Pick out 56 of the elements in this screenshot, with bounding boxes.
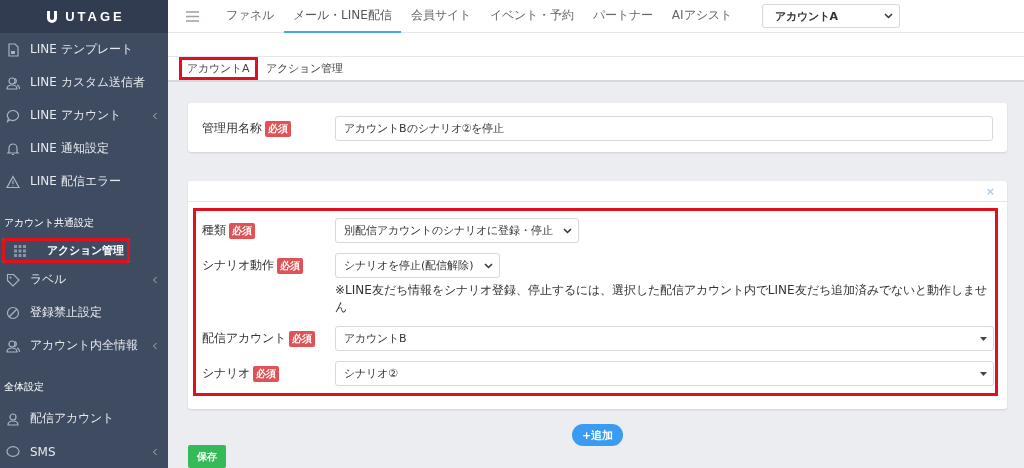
chevron-down-icon bbox=[883, 13, 893, 19]
required-badge: 必須 bbox=[277, 257, 303, 274]
nav-tab[interactable]: 会員サイト bbox=[401, 0, 480, 33]
speech-bubble-icon bbox=[6, 444, 20, 459]
required-badge: 必須 bbox=[289, 330, 315, 347]
sidebar-item[interactable]: 配信アカウント bbox=[0, 402, 168, 435]
sidebar-item[interactable]: アクション管理 bbox=[2, 238, 130, 263]
sidebar-item[interactable]: LINE カスタム送信者 bbox=[0, 66, 168, 99]
breadcrumb-link[interactable]: アカウントA bbox=[179, 57, 258, 80]
sidebar-item[interactable]: LINE 配信エラー bbox=[0, 165, 168, 198]
caret-icon bbox=[980, 336, 987, 341]
dropdown-field[interactable]: アカウントB bbox=[335, 326, 994, 351]
dropdown-field[interactable]: シナリオ② bbox=[335, 361, 994, 386]
caret-icon bbox=[980, 371, 987, 376]
chat-icon bbox=[6, 108, 20, 123]
field-label: 管理用名称 bbox=[202, 120, 262, 137]
sidebar-item[interactable]: SMS bbox=[0, 435, 168, 468]
required-badge: 必須 bbox=[229, 222, 255, 239]
sidebar-item[interactable]: LINE 通知設定 bbox=[0, 132, 168, 165]
people-icon bbox=[6, 75, 20, 90]
field-label: シナリオ bbox=[202, 365, 250, 382]
people-icon bbox=[6, 338, 20, 353]
nav-tab[interactable]: AIアシスト bbox=[662, 0, 741, 33]
tag-icon bbox=[6, 272, 20, 287]
nav-tab[interactable]: イベント・予約 bbox=[480, 0, 583, 33]
field-label: シナリオ動作 bbox=[202, 257, 274, 274]
name-input-field[interactable]: アカウントBのシナリオ②を停止 bbox=[335, 116, 993, 141]
nav-tab[interactable]: パートナー bbox=[583, 0, 662, 33]
grid-icon bbox=[13, 243, 27, 258]
required-badge: 必須 bbox=[265, 120, 291, 137]
prohibited-icon bbox=[6, 305, 20, 320]
sidebar-item[interactable]: LINE テンプレート bbox=[0, 33, 168, 66]
field-label: 配信アカウント bbox=[202, 330, 286, 347]
field-label: 種類 bbox=[202, 222, 226, 239]
sidebar-item[interactable]: ラベル bbox=[0, 263, 168, 296]
sidebar-item[interactable]: アカウント内全情報 bbox=[0, 329, 168, 362]
sidebar-section-label: 全体設定 bbox=[3, 380, 45, 394]
select-field[interactable]: 別配信アカウントのシナリオに登録・停止 bbox=[335, 218, 579, 243]
sidebar-section-label: アカウント共通設定 bbox=[3, 216, 95, 230]
logo-text: UTAGE bbox=[65, 9, 125, 24]
nav-tab[interactable]: ファネル bbox=[217, 0, 283, 33]
sidebar-item[interactable]: LINE アカウント bbox=[0, 99, 168, 132]
bell-icon bbox=[6, 141, 20, 156]
chevron-down-icon bbox=[483, 262, 493, 269]
warning-icon bbox=[6, 174, 20, 189]
required-badge: 必須 bbox=[253, 365, 279, 382]
person-icon bbox=[6, 411, 20, 426]
account-select[interactable]: アカウントA bbox=[761, 4, 900, 28]
chevron-down-icon bbox=[563, 227, 572, 234]
logo-icon bbox=[45, 9, 60, 24]
select-field[interactable]: シナリオを停止(配信解除) bbox=[335, 253, 500, 278]
sidebar-item[interactable]: 登録禁止設定 bbox=[0, 296, 168, 329]
menu-icon bbox=[186, 10, 199, 22]
breadcrumb-link[interactable]: アクション管理 bbox=[259, 58, 349, 79]
document-icon bbox=[6, 42, 20, 57]
help-text: ※LINE友だち情報をシナリオ登録、停止するには、選択した配信アカウント内でLINE友だち追加済みでないと動作しません bbox=[335, 282, 988, 316]
